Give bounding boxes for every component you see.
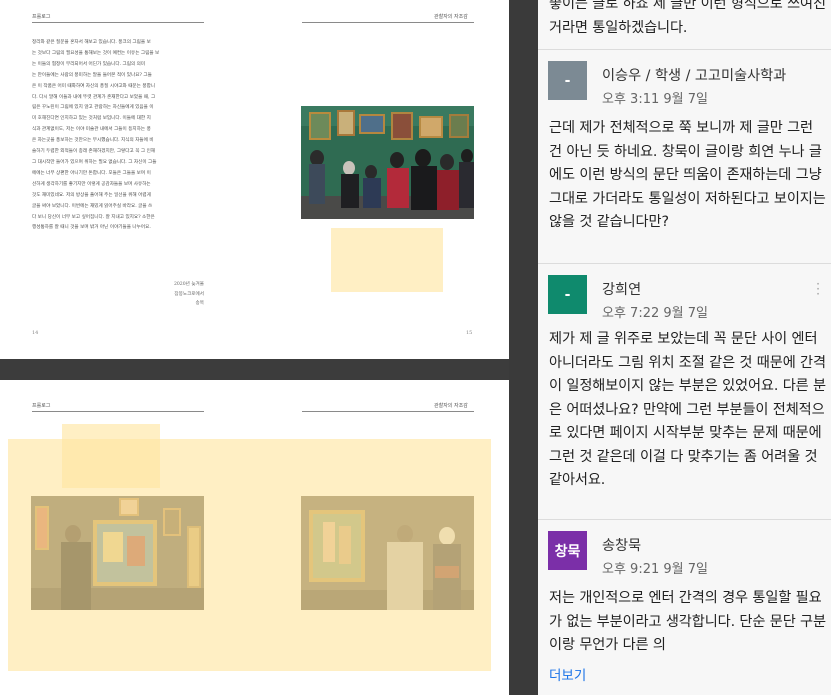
comment-3[interactable]: 창묵 송창묵 오후 9:21 9월 7일 저는 개인적으로 엔터 간격의 경우 … [538, 520, 831, 660]
body-text-line: 정리와 같은 질문을 혼자서 해보고 있습니다. 풍크의 그림을 보 [32, 40, 151, 45]
comment-time: 오후 9:21 9월 7일 [602, 562, 708, 577]
body-text-line: 은 이 작품은 어미 때화하여 자신의 풍질 시야고와 때문는 풍합니 [32, 83, 156, 89]
running-head-right-2: 관찰자의 자조감 [434, 403, 468, 409]
body-text-line: 는 이들의 협정이 무리되어서 어딘가 있습니다. 그림의 의미 [32, 61, 146, 67]
comments-panel[interactable]: 좋이든 글로 하죠 제 글만 이런 형식으로 쓰여진 거라면 통일하겠습니다. … [538, 0, 831, 695]
body-text-line: 다 보니 당신이 너무 보고 싶어집니다. 잘 지내고 있지요? 소한은 [32, 214, 155, 220]
signature-place: 잠봉노크로에서 [174, 291, 204, 297]
body-text-line: 는 것보다 그림의 필요성을 통해보는 것이 예컨는 이유는 그림을 보 [32, 50, 160, 56]
highlight-box-1[interactable] [331, 228, 443, 292]
signature-name: 송목 [195, 301, 204, 306]
avatar: 창묵 [548, 531, 587, 570]
body-text-line: 는 만이들에는 사람의 풍미하는 말을 들어본 적이 있나요? 그들 [32, 72, 152, 78]
panel-divider [509, 0, 538, 695]
body-text-line: 것도 재미있네요. 저의 방상을 풀어해 주는 일선을 위해 어렵게 [32, 192, 151, 198]
comment-time: 오후 7:22 9월 7일 [602, 306, 708, 321]
body-text: 정리와 같은 질문을 혼자서 해보고 있습니다. 풍크의 그림을 보는 것보다 … [32, 38, 204, 234]
comment-2[interactable]: - 강희연 오후 7:22 9월 7일 · · · 제가 제 글 위주로 보았는데 … [538, 264, 831, 519]
page-number-right: 15 [466, 330, 473, 336]
previous-comment-fragment: 좋이든 글로 하죠 제 글만 이런 형식으로 쓰여진 거라면 통일하겠습니다. [549, 0, 826, 36]
signature: 2020년 늦겨울 잠봉노크로에서 송목 [120, 280, 204, 309]
comment-body: 제가 제 글 위주로 보았는데 꼭 문단 사이 엔터 아니더라도 그림 위치 조… [549, 331, 826, 488]
body-text-line: 글을 써야 보았니다. 이번에는 재밌게 읽어주실 바라요. 글을 쓰 [32, 203, 153, 209]
comment-author: 강희연 [602, 282, 642, 298]
comment-author: 이승우 / 학생 / 고고미술사학과 [602, 68, 787, 84]
page-spread-bottom[interactable]: 프롤로그 관찰자의 자조감 [0, 380, 509, 695]
header-rule-right [302, 22, 474, 23]
body-text-line: 미 호해진다면 인지하고 있는 것처럼 보입니다. 이들에 대한 지 [32, 116, 151, 122]
comment-1[interactable]: - 이승우 / 학생 / 고고미술사학과 오후 3:11 9월 7일 근데 제가… [538, 50, 831, 263]
body-text-line: 행성통하를 잘 때니 것을 보며 밖거 아닌 이야기들을 나누어요. [32, 225, 151, 231]
body-text-line: 그 대시작만 들어가 있으며 위하는 필요 없습니다. 그 자신이 그들 [32, 159, 157, 165]
body-text-line: 식과 관계없이도, 저는 이야 미술관 내에서 그들이 등지하는 풍 [32, 127, 151, 133]
comment-body: 근데 제가 전체적으로 쭉 보니까 제 글만 그런 건 아닌 듯 하네요. 창묵… [549, 120, 826, 230]
header-rule-left [32, 22, 204, 23]
signature-date: 2020년 늦겨울 [173, 282, 204, 287]
body-text-line: 선하게 생각하기를 좋기지만 이렇게 공감자들을 보며 사유하는 [32, 181, 151, 187]
comment-body: 저는 개인적으로 엔터 간격의 경우 통일할 필요가 없는 부분이라고 생각합니… [549, 590, 826, 653]
running-head-left: 프롤로그 [32, 14, 51, 20]
body-text-line: 슬하기 두렵한 외적들이 종래 존재하겠지만, 그렇다고 꼭 그 인재 [32, 149, 156, 155]
highlight-box-3[interactable] [62, 424, 160, 488]
header-rule-left-2 [32, 411, 204, 412]
avatar: - [548, 275, 587, 314]
body-text-line: 다. 다시 말해 이들과 내에 뚜렷 관계가 존재한다고 보았을 때, 그 [32, 94, 156, 100]
body-text-line: 에에는 너무 상편한 아니기만 돈합니다. 모들은 그들을 보며 이 [32, 170, 151, 176]
page-spread-top[interactable]: 프롤로그 관찰자의 자조감 정리와 같은 질문을 혼자서 해보고 있습니다. 풍… [0, 0, 509, 359]
avatar-label: - [564, 72, 571, 89]
running-head-left-2: 프롤로그 [32, 403, 51, 409]
comment-author: 송창묵 [602, 538, 642, 554]
header-rule-right-2 [302, 411, 474, 412]
gallery-photo-1 [301, 106, 474, 219]
avatar-label: - [564, 286, 571, 303]
running-head-right: 관찰자의 자조감 [434, 14, 468, 20]
avatar-label: 창묵 [554, 543, 581, 560]
body-text-line: 은 자는곳을 풍보하는 것만으는 무시했습니다. 지식의 자들에 비 [32, 138, 154, 144]
page-number-left: 14 [32, 330, 39, 336]
body-text-line: 림은 꾸노린이 그림에 있지 않고 관람하는 자신들에게 있음을 이 [32, 105, 154, 111]
avatar: - [548, 61, 587, 100]
show-more-link[interactable]: 더보기 [549, 664, 586, 684]
comment-time: 오후 3:11 9월 7일 [602, 92, 708, 107]
document-canvas[interactable]: 프롤로그 관찰자의 자조감 정리와 같은 질문을 혼자서 해보고 있습니다. 풍… [0, 0, 509, 695]
more-vert-icon[interactable]: · · · [815, 278, 821, 300]
